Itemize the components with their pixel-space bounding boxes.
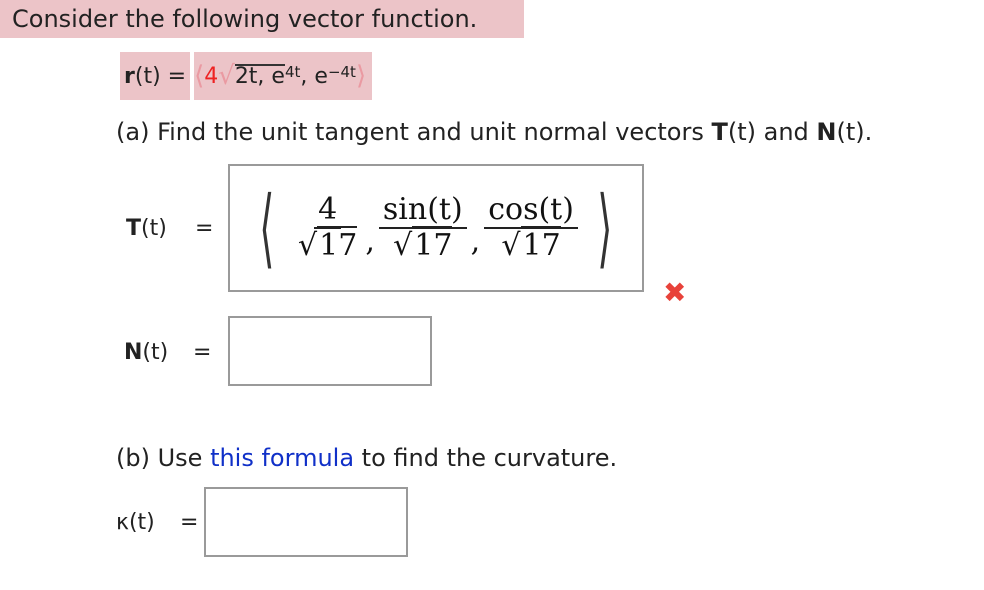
T-equals: = xyxy=(195,216,214,241)
kappa-equals: = xyxy=(180,510,199,535)
part-b-prompt: (b) Use this formula to find the curvatu… xyxy=(116,444,618,472)
kappa-answer-field[interactable] xyxy=(204,487,408,557)
formula-link[interactable]: this formula xyxy=(210,444,354,472)
vector-function-label: r (t) = xyxy=(120,52,191,100)
N-label: N(t) xyxy=(124,340,169,365)
part-a-prompt: (a) Find the unit tangent and unit norma… xyxy=(116,118,873,146)
vector-function-expression: ⟨ 4 √ 2t, e 4t , e −4t ⟩ xyxy=(194,52,373,100)
kappa-label: κ(t) xyxy=(116,510,155,535)
vector-function: r (t) = ⟨ 4 √ 2t, e 4t , e −4t ⟩ xyxy=(120,52,373,100)
T-answer-field[interactable]: ⟨ 4 √17 , sin(t) √17 , cos(t) √17 ⟩ xyxy=(228,164,644,292)
T-label: T(t) xyxy=(126,216,167,241)
T-component-1: 4 √17 xyxy=(298,192,358,263)
T-component-3: cos(t) √17 xyxy=(484,193,578,263)
N-answer-field[interactable] xyxy=(228,316,432,386)
intro-text: Consider the following vector function. xyxy=(0,0,524,38)
open-angle-bracket: ⟨ xyxy=(259,178,275,278)
close-angle-bracket: ⟩ xyxy=(597,178,613,278)
T-component-2: sin(t) √17 xyxy=(378,193,467,263)
N-equals: = xyxy=(193,340,212,365)
incorrect-x-icon: ✖ xyxy=(663,276,687,309)
